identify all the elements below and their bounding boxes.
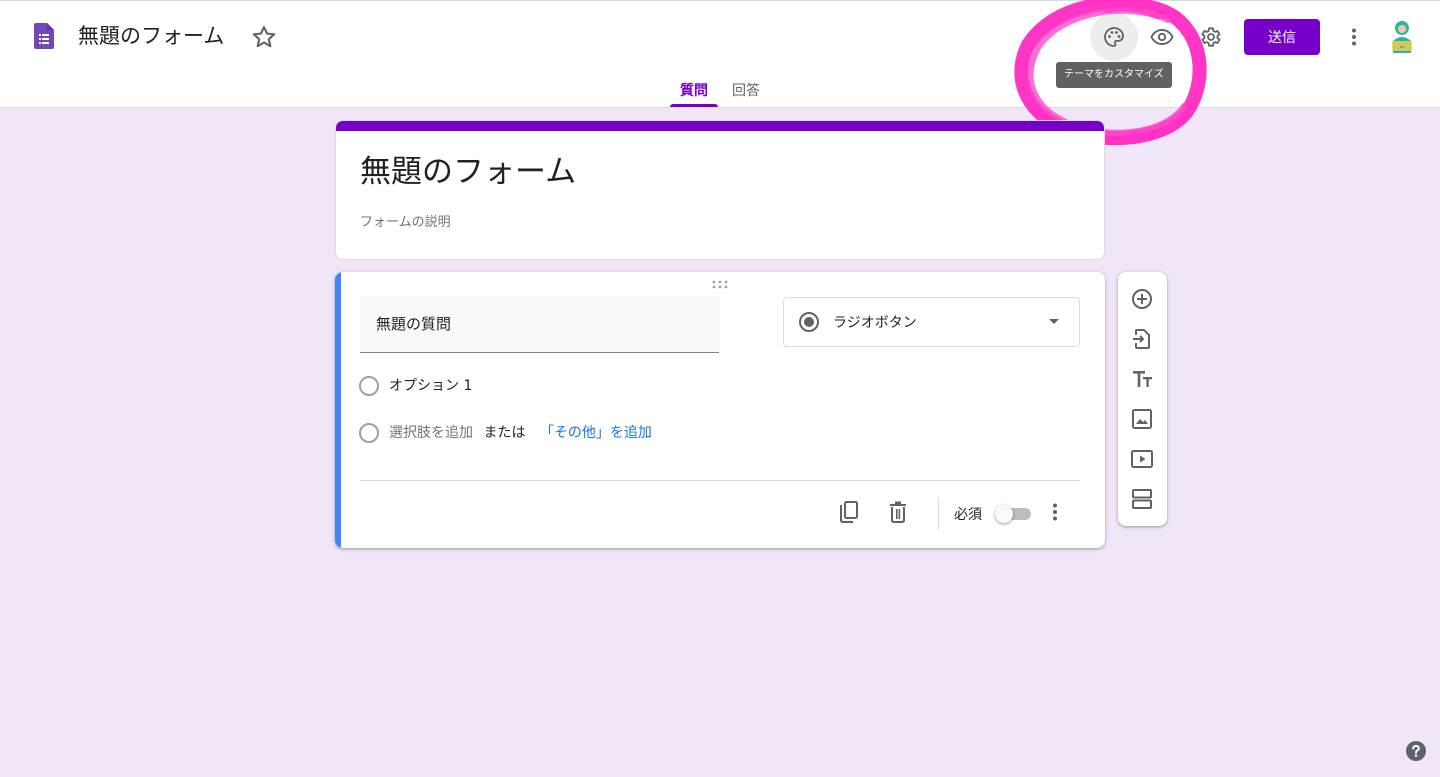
send-button[interactable]: 送信	[1244, 19, 1320, 55]
question-more-button[interactable]	[1035, 492, 1075, 532]
add-image-icon[interactable]	[1130, 407, 1154, 431]
palette-icon	[1104, 27, 1124, 47]
doc-title[interactable]: 無題のフォーム	[78, 21, 224, 51]
gear-icon	[1201, 27, 1221, 47]
preview-button[interactable]	[1138, 13, 1186, 61]
toggle-knob	[995, 505, 1013, 523]
import-questions-icon[interactable]	[1130, 327, 1154, 351]
or-text: または	[483, 425, 526, 441]
title-card-accent	[336, 121, 1104, 131]
tab-questions[interactable]: 質問	[680, 81, 708, 101]
duplicate-button[interactable]	[829, 492, 869, 532]
form-title[interactable]: 無題のフォーム	[360, 151, 576, 193]
add-other-button[interactable]: 「その他」を追加	[540, 425, 652, 441]
top-header: 無題のフォーム 送信 ~ テーマをカスタマイズ 質問 回答	[0, 0, 1440, 108]
footer-separator	[938, 498, 939, 530]
customize-theme-button[interactable]	[1090, 13, 1138, 61]
add-option-line: 選択肢を追加 または 「その他」を追加	[389, 423, 652, 443]
add-question-icon[interactable]	[1130, 287, 1154, 311]
form-title-card: 無題のフォーム フォームの説明	[335, 120, 1105, 260]
avatar[interactable]: ~	[1388, 19, 1416, 53]
add-option-radio	[359, 423, 379, 443]
radio-button-icon	[799, 312, 819, 332]
active-tab-indicator	[670, 104, 718, 107]
forms-logo-icon[interactable]	[34, 23, 54, 49]
more-options-button[interactable]	[1330, 13, 1378, 61]
drag-handle-icon[interactable]	[711, 280, 729, 290]
more-vert-icon	[1352, 28, 1356, 46]
delete-button[interactable]	[878, 492, 918, 532]
form-tabs: 質問 回答	[0, 77, 1440, 109]
star-icon[interactable]	[250, 23, 278, 51]
duplicate-icon	[840, 501, 858, 523]
tab-responses[interactable]: 回答	[732, 81, 760, 101]
settings-button[interactable]	[1186, 13, 1234, 61]
question-type-label: ラジオボタン	[833, 315, 917, 331]
help-icon[interactable]	[1406, 741, 1426, 761]
chevron-down-icon	[1049, 319, 1059, 324]
eye-icon	[1150, 29, 1174, 45]
question-title-input[interactable]: 無題の質問	[360, 297, 719, 353]
required-toggle[interactable]	[995, 505, 1033, 523]
active-question-indicator	[335, 272, 341, 548]
delete-icon	[890, 501, 906, 523]
add-section-icon[interactable]	[1130, 487, 1154, 511]
question-card[interactable]: 無題の質問 ラジオボタン オプション 1 選択肢を追加 または 「その他」を追加	[335, 272, 1105, 548]
question-title-text: 無題の質問	[376, 315, 452, 333]
option-label[interactable]: オプション 1	[389, 376, 472, 396]
required-label: 必須	[954, 507, 982, 523]
add-choice-button[interactable]: 選択肢を追加	[389, 425, 473, 441]
card-divider	[360, 480, 1080, 481]
side-toolbar	[1118, 272, 1167, 526]
add-title-icon[interactable]	[1130, 367, 1154, 391]
form-description-field[interactable]: フォームの説明	[360, 211, 451, 230]
svg-text:~: ~	[1399, 44, 1404, 51]
add-video-icon[interactable]	[1130, 447, 1154, 471]
question-type-dropdown[interactable]: ラジオボタン	[783, 297, 1080, 347]
option-radio	[359, 376, 379, 396]
more-vert-icon	[1053, 503, 1057, 521]
